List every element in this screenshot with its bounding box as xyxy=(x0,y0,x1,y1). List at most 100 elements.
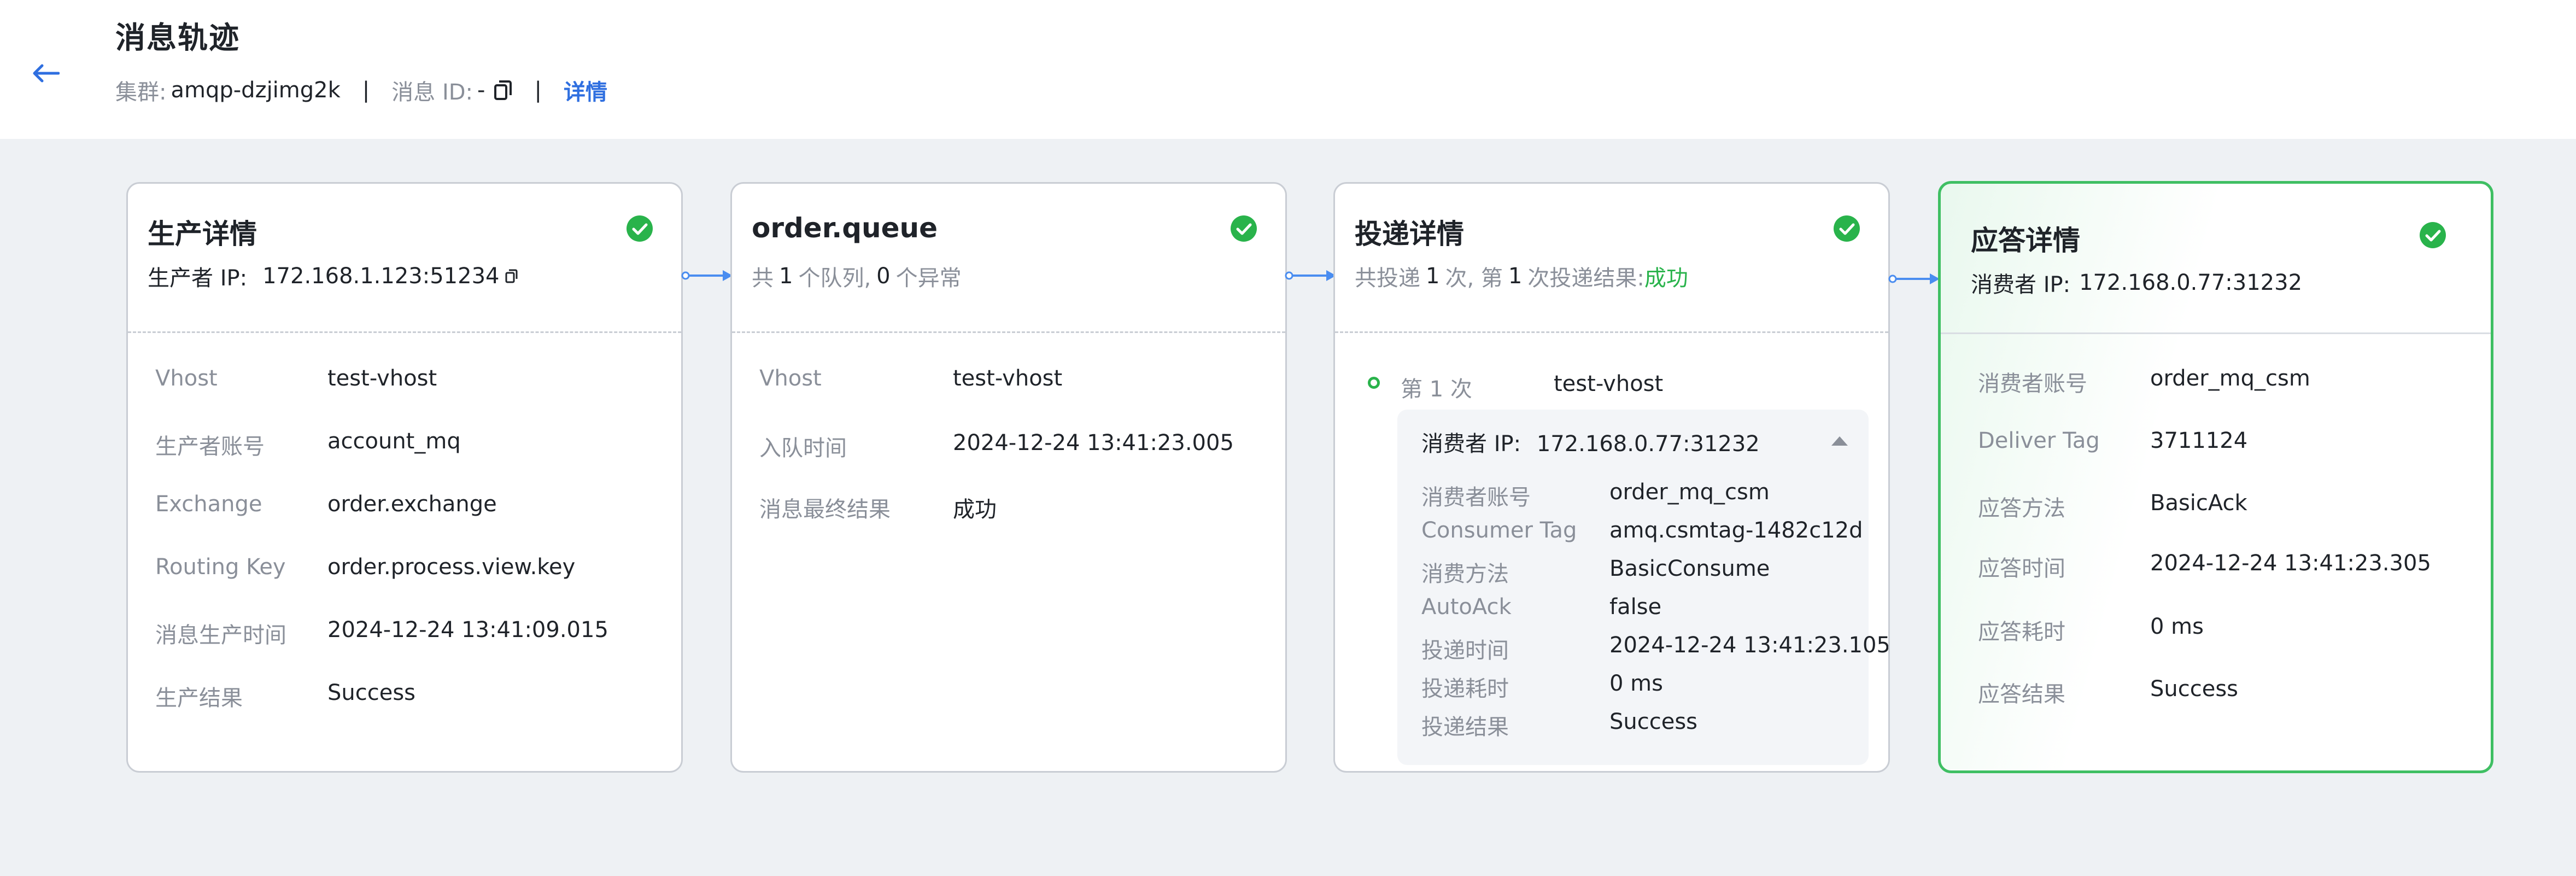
details-link[interactable]: 详情 xyxy=(564,74,607,106)
consumer-ip-label: 消费者 IP: xyxy=(1421,431,1521,457)
summary-text: 个队列, xyxy=(798,266,871,291)
field-value: 0 ms xyxy=(2150,614,2204,639)
message-id-label: 消息 ID: xyxy=(391,80,473,105)
field-value: BasicConsume xyxy=(1609,556,1770,581)
producer-card-body: Vhost test-vhost 生产者账号 account_mq Exchan… xyxy=(128,331,681,771)
flow-arrow-icon xyxy=(1888,273,1940,284)
summary-text: 次, 第 xyxy=(1445,266,1503,291)
field-label: Routing Key xyxy=(155,554,286,580)
producer-card: 生产详情 生产者 IP: 172.168.1.123:51234 Vhost t… xyxy=(126,182,683,773)
cluster-label: 集群: xyxy=(115,80,167,105)
field-label: 投递耗时 xyxy=(1421,676,1509,702)
field-label: 应答时间 xyxy=(1978,556,2065,581)
field-label: 生产结果 xyxy=(155,686,243,711)
summary-text: 共 xyxy=(752,266,774,291)
field-label: AutoAck xyxy=(1421,594,1512,620)
field-label: Exchange xyxy=(155,492,262,517)
flow-arrow-icon xyxy=(1285,270,1336,281)
field-value: Success xyxy=(327,680,416,705)
caret-up-icon[interactable] xyxy=(1830,435,1849,447)
field-label: 消费方法 xyxy=(1421,562,1509,587)
copy-icon[interactable] xyxy=(494,80,512,101)
error-count: 0 xyxy=(876,264,891,289)
field-value: order_mq_csm xyxy=(1609,480,1770,505)
summary-text: 个异常 xyxy=(895,266,962,291)
field-value: 成功 xyxy=(953,497,997,522)
message-id-value: - xyxy=(477,78,485,103)
cluster-value: amqp-dzjimg2k xyxy=(171,78,341,103)
delivery-card-body: 第 1 次 test-vhost 消费者 IP: 172.168.0.77:31… xyxy=(1335,331,1888,771)
copy-icon[interactable] xyxy=(505,268,519,284)
queue-card-header: order.queue 共 1 个队列, 0 个异常 xyxy=(732,184,1285,331)
field-value: test-vhost xyxy=(953,366,1063,391)
success-check-icon xyxy=(2420,222,2446,248)
field-value: Success xyxy=(2150,676,2239,702)
queue-card: order.queue 共 1 个队列, 0 个异常 Vhost test-vh… xyxy=(730,182,1287,773)
message-meta: 集群: amqp-dzjimg2k | 消息 ID: - | 详情 xyxy=(115,74,607,107)
field-label: Vhost xyxy=(155,366,218,391)
field-value: Success xyxy=(1609,709,1698,734)
ack-ip-label: 消费者 IP: xyxy=(1971,272,2071,297)
consumer-ip-value: 172.168.0.77:31232 xyxy=(1536,431,1760,457)
producer-title: 生产详情 xyxy=(148,218,257,250)
attempt-label: 第 1 次 xyxy=(1401,377,1472,402)
delivery-card: 投递详情 共投递 1 次, 第 1 次投递结果: 成功 第 1 次 test-v… xyxy=(1333,182,1890,773)
consumer-panel: 消费者 IP: 172.168.0.77:31232 消费者账号 order_m… xyxy=(1397,410,1888,765)
delivery-result: 成功 xyxy=(1644,266,1688,291)
field-value: test-vhost xyxy=(327,366,437,391)
queue-card-body: Vhost test-vhost 入队时间 2024-12-24 13:41:2… xyxy=(732,331,1285,771)
field-label: Deliver Tag xyxy=(1978,428,2100,453)
field-value: account_mq xyxy=(327,429,461,454)
delivery-card-header: 投递详情 共投递 1 次, 第 1 次投递结果: 成功 xyxy=(1335,184,1888,331)
status-dot xyxy=(1368,377,1380,389)
delivery-summary: 共投递 1 次, 第 1 次投递结果: 成功 xyxy=(1355,260,1688,292)
field-label: 应答方法 xyxy=(1978,496,2065,521)
success-check-icon xyxy=(1834,215,1860,242)
field-label: Consumer Tag xyxy=(1421,518,1577,543)
meta-separator: | xyxy=(362,78,370,103)
producer-ip-value: 172.168.1.123:51234 xyxy=(262,264,500,289)
field-label: 入队时间 xyxy=(759,436,847,461)
field-value: 2024-12-24 13:41:23.105 xyxy=(1609,633,1890,658)
field-value: order.exchange xyxy=(327,492,497,517)
field-label: 消息最终结果 xyxy=(759,497,891,522)
arrow-left-icon xyxy=(33,64,60,83)
field-label: 消费者账号 xyxy=(1421,485,1531,510)
field-value: BasicAck xyxy=(2150,490,2247,516)
producer-ip: 生产者 IP: 172.168.1.123:51234 xyxy=(148,260,519,292)
consumer-ip: 消费者 IP: 172.168.0.77:31232 xyxy=(1421,426,1760,458)
summary-text: 次投递结果: xyxy=(1527,266,1644,291)
queue-title: order.queue xyxy=(752,212,938,244)
flow-arrow-icon xyxy=(681,270,733,281)
ack-ip: 消费者 IP: 172.168.0.77:31232 xyxy=(1971,267,2302,299)
back-button[interactable] xyxy=(26,57,65,90)
success-check-icon xyxy=(1231,215,1257,242)
field-label: 投递时间 xyxy=(1421,638,1509,663)
field-value: false xyxy=(1609,594,1662,620)
field-value: 3711124 xyxy=(2150,428,2248,453)
success-check-icon xyxy=(627,215,653,242)
field-value: amq.csmtag-1482c12d xyxy=(1609,518,1863,543)
ack-card-header: 应答详情 消费者 IP: 172.168.0.77:31232 xyxy=(1941,184,2491,332)
queue-count: 1 xyxy=(779,264,793,289)
total-count: 1 xyxy=(1426,264,1440,289)
attempt-number: 1 xyxy=(1508,264,1523,289)
ack-card-body: 消费者账号 order_mq_csm Deliver Tag 3711124 应… xyxy=(1941,332,2491,770)
producer-ip-label: 生产者 IP: xyxy=(148,266,248,291)
field-label: Vhost xyxy=(759,366,822,391)
page-title: 消息轨迹 xyxy=(115,20,241,55)
field-value: order_mq_csm xyxy=(2150,366,2310,391)
field-value: 2024-12-24 13:41:23.005 xyxy=(953,430,1234,455)
queue-summary: 共 1 个队列, 0 个异常 xyxy=(752,260,962,292)
field-label: 应答耗时 xyxy=(1978,620,2065,645)
field-value: 2024-12-24 13:41:09.015 xyxy=(327,617,608,643)
field-label: 消费者账号 xyxy=(1978,371,2087,396)
field-value: 2024-12-24 13:41:23.305 xyxy=(2150,551,2431,576)
meta-separator-2: | xyxy=(534,78,542,103)
field-label: 投递结果 xyxy=(1421,715,1509,740)
field-label: 应答结果 xyxy=(1978,682,2065,707)
ack-card: 应答详情 消费者 IP: 172.168.0.77:31232 消费者账号 or… xyxy=(1938,181,2493,773)
field-value: order.process.view.key xyxy=(327,554,576,580)
delivery-title: 投递详情 xyxy=(1355,218,1464,250)
field-label: 消息生产时间 xyxy=(155,623,286,648)
